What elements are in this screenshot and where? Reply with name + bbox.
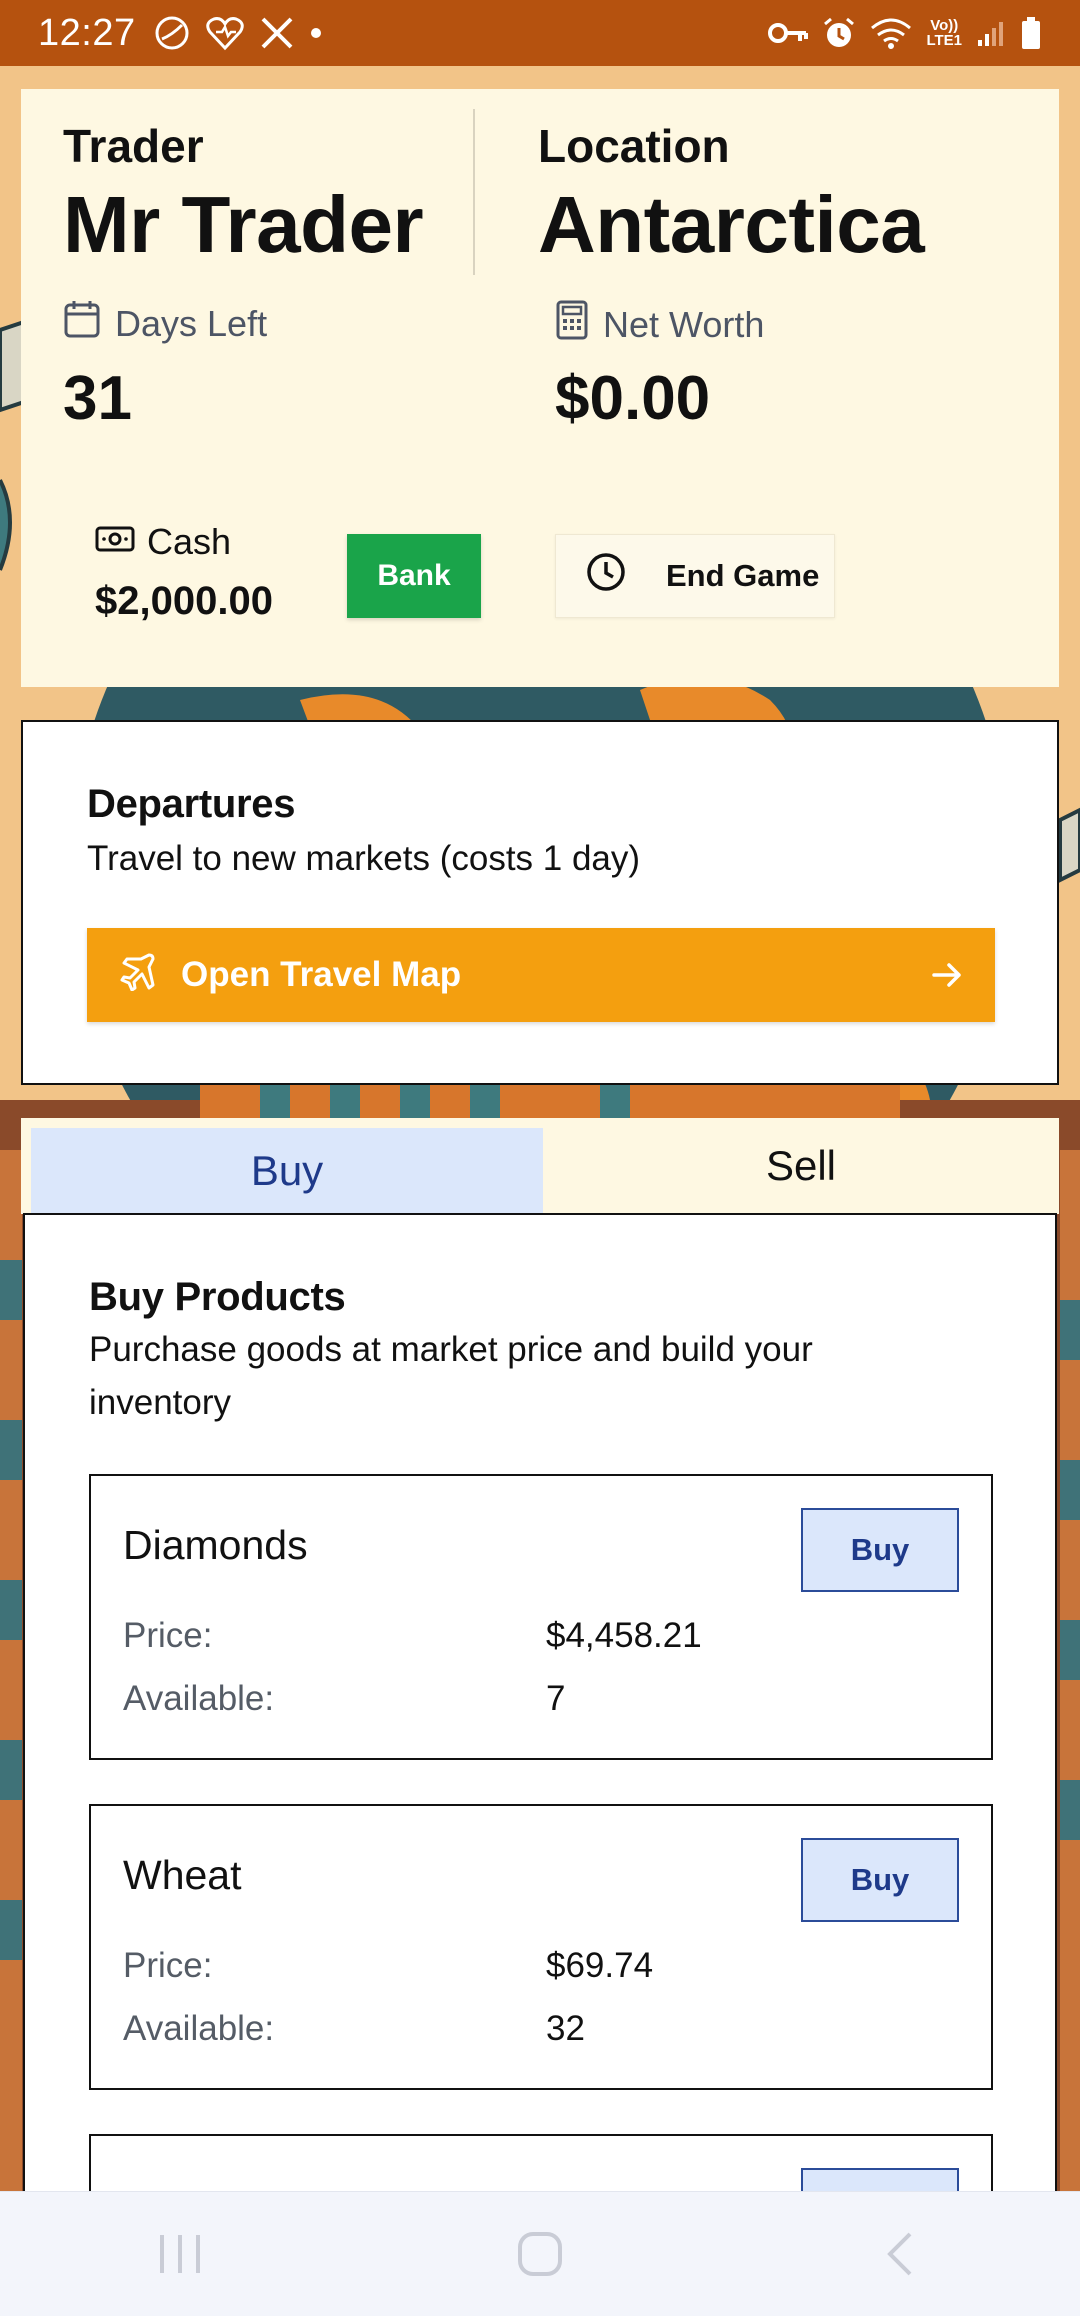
status-notification-icons (154, 15, 322, 51)
location-name: Antarctica (538, 180, 925, 269)
days-left-label: Days Left (63, 299, 267, 348)
trader-label: Trader (63, 120, 204, 172)
system-navigation-bar (0, 2191, 1080, 2316)
price-label: Price: (123, 1946, 213, 1985)
trader-summary-card: Trader Mr Trader Location Antarctica Day… (21, 89, 1059, 687)
dot-icon (310, 27, 322, 39)
available-label: Available: (123, 1679, 275, 1718)
lte-label: LTE1 (926, 32, 962, 49)
product-name: Wheat (123, 1852, 242, 1898)
cash-value: $2,000.00 (95, 579, 273, 623)
trader-name: Mr Trader (63, 180, 424, 269)
available-value: 32 (546, 2009, 585, 2048)
buy-diamonds-button[interactable]: Buy (801, 1508, 959, 1592)
plane-icon (117, 951, 157, 1000)
bank-button[interactable]: Bank (347, 534, 481, 618)
clock-icon (586, 552, 626, 600)
price-value: $69.74 (546, 1946, 654, 1985)
x-logo-icon (260, 16, 294, 50)
net-worth-label: Net Worth (555, 299, 764, 350)
product-card-diamonds: Diamonds Buy Price: $4,458.21 Available:… (89, 1474, 993, 1760)
product-name: Diamonds (123, 1522, 308, 1568)
open-travel-map-label: Open Travel Map (181, 955, 462, 994)
alarm-icon (822, 16, 856, 50)
departures-subtitle: Travel to new markets (costs 1 day) (87, 839, 641, 878)
open-travel-map-button[interactable]: Open Travel Map (87, 928, 995, 1022)
net-worth-value: $0.00 (555, 364, 711, 433)
signal-icon (976, 18, 1006, 48)
location-label: Location (538, 120, 730, 172)
arrow-right-icon (929, 957, 965, 993)
status-system-icons: Vo)) LTE1 (768, 16, 1042, 50)
recent-apps-button[interactable] (120, 2214, 240, 2294)
lte-indicator: Vo)) LTE1 (926, 18, 962, 48)
buy-products-subtitle-line1: Purchase goods at market price and build… (89, 1330, 813, 1369)
moon-icon (154, 15, 190, 51)
departures-card: Departures Travel to new markets (costs … (21, 720, 1059, 1085)
cash-text: Cash (147, 521, 232, 562)
vpn-key-icon (768, 19, 809, 47)
status-time: 12:27 (38, 11, 136, 54)
cash-label: Cash (95, 521, 231, 563)
available-value: 7 (546, 1679, 566, 1718)
battery-icon (1020, 16, 1042, 50)
status-bar: 12:27 Vo)) LTE1 (0, 0, 1080, 66)
days-left-text: Days Left (115, 302, 268, 344)
buy-products-panel: Buy Products Purchase goods at market pr… (23, 1213, 1057, 2316)
buy-wheat-button[interactable]: Buy (801, 1838, 959, 1922)
end-game-label: End Game (666, 558, 820, 593)
tab-sell[interactable]: Sell (543, 1118, 1059, 1214)
wifi-icon (870, 16, 912, 50)
price-value: $4,458.21 (546, 1616, 702, 1655)
price-label: Price: (123, 1616, 213, 1655)
header-divider (473, 109, 475, 275)
buy-products-title: Buy Products (89, 1275, 346, 1319)
home-button[interactable] (480, 2214, 600, 2294)
buy-products-subtitle-line2: inventory (89, 1383, 232, 1422)
available-label: Available: (123, 2009, 275, 2048)
departures-title: Departures (87, 782, 296, 826)
back-button[interactable] (840, 2214, 960, 2294)
calendar-icon (63, 299, 101, 348)
days-left-value: 31 (63, 364, 132, 433)
product-card-wheat: Wheat Buy Price: $69.74 Available: 32 (89, 1804, 993, 2090)
tab-buy[interactable]: Buy (31, 1128, 543, 1214)
end-game-button[interactable]: End Game (555, 534, 835, 618)
calculator-icon (555, 299, 589, 350)
net-worth-text: Net Worth (603, 303, 765, 345)
trade-tabs: Buy Sell (21, 1118, 1059, 1214)
heart-icon (205, 15, 244, 51)
banknote-icon (95, 521, 135, 563)
